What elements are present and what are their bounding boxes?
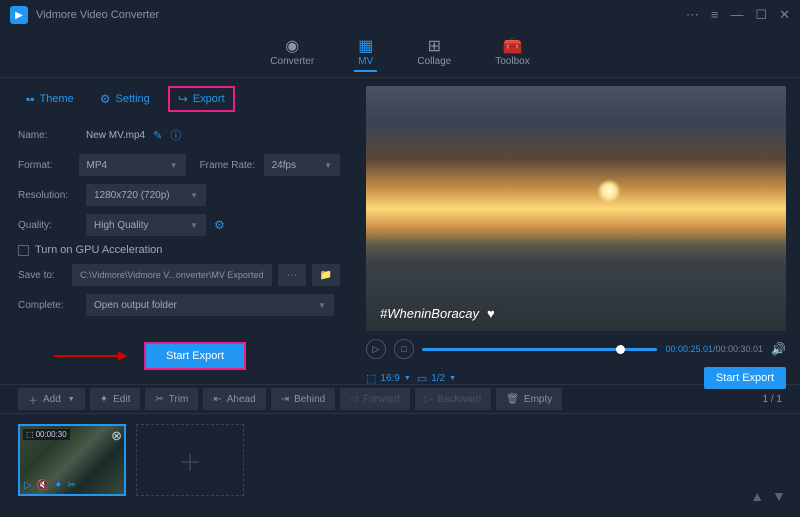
info-icon[interactable]: ⓘ: [170, 127, 181, 143]
nav-toolbox[interactable]: 🧰 Toolbox: [495, 36, 529, 71]
complete-select[interactable]: Open output folder▼: [86, 294, 334, 316]
seek-thumb[interactable]: [616, 345, 625, 354]
resolution-select[interactable]: 1280x720 (720p)▼: [86, 184, 206, 206]
saveto-path: C:\Vidmore\Vidmore V...onverter\MV Expor…: [72, 264, 272, 286]
aspect-select[interactable]: ⬚ 16:9 ▼: [366, 372, 411, 385]
clip-row: ⬚ 00:00:30 ⊗ ▷ 🔇 ✦ ✂ ＋ ▲ ▼: [0, 414, 800, 510]
backward-button[interactable]: ▷ Backward: [415, 388, 492, 410]
ahead-button[interactable]: ⇤ Ahead: [203, 388, 265, 410]
tab-theme[interactable]: ▪▪ Theme: [18, 88, 82, 110]
empty-button[interactable]: 🗑 Empty: [496, 388, 562, 410]
clip-play-icon[interactable]: ▷: [24, 480, 32, 491]
page-select[interactable]: ▭ 1/2 ▼: [417, 372, 456, 385]
nav-mv[interactable]: ▦ MV: [358, 36, 373, 71]
open-folder-button[interactable]: 📁: [312, 264, 340, 286]
collage-icon: ⊞: [428, 36, 441, 54]
add-button[interactable]: ＋ Add▼: [18, 388, 85, 410]
clip-duration: ⬚ 00:00:30: [23, 429, 70, 440]
play-button[interactable]: ▷: [366, 339, 386, 359]
behind-button[interactable]: ⇥ Behind: [271, 388, 336, 410]
menu-icon[interactable]: ≡: [711, 7, 719, 23]
clip-remove-icon[interactable]: ⊗: [111, 428, 122, 444]
saveto-label: Save to:: [18, 270, 64, 281]
toolbox-icon: 🧰: [503, 36, 523, 54]
gpu-checkbox[interactable]: Turn on GPU Acceleration: [18, 244, 340, 256]
trim-button[interactable]: ✂ Trim: [145, 388, 198, 410]
tab-export[interactable]: ↪ Export: [168, 86, 235, 112]
clip-effect-icon[interactable]: ✦: [54, 480, 62, 491]
stop-button[interactable]: □: [394, 339, 414, 359]
quality-label: Quality:: [18, 220, 78, 231]
clip-mute-icon[interactable]: 🔇: [37, 480, 49, 491]
quality-select[interactable]: High Quality▼: [86, 214, 206, 236]
forward-button[interactable]: ◁ Forward: [340, 388, 409, 410]
annotation-arrow: [54, 355, 126, 357]
clip-trim-icon[interactable]: ✂: [68, 480, 76, 491]
main-nav: ◉ Converter ▦ MV ⊞ Collage 🧰 Toolbox: [0, 30, 800, 78]
format-label: Format:: [18, 160, 71, 171]
nav-collage[interactable]: ⊞ Collage: [417, 36, 451, 71]
format-select[interactable]: MP4▼: [79, 154, 186, 176]
clip-thumbnail[interactable]: ⬚ 00:00:30 ⊗ ▷ 🔇 ✦ ✂: [18, 424, 126, 496]
titlebar: ▶ Vidmore Video Converter ⋯ ≡ — ☐ ✕: [0, 0, 800, 30]
page-indicator: 1 / 1: [763, 394, 782, 405]
tab-setting[interactable]: ⚙ Setting: [92, 88, 158, 110]
scroll-up-icon[interactable]: ▲: [750, 488, 764, 504]
browse-button[interactable]: ⋯: [278, 264, 306, 286]
close-icon[interactable]: ✕: [779, 7, 790, 23]
converter-icon: ◉: [285, 36, 299, 54]
framerate-label: Frame Rate:: [200, 160, 256, 171]
watermark-text: #WheninBoracay ♥: [380, 306, 495, 321]
name-label: Name:: [18, 130, 78, 141]
volume-icon[interactable]: 🔊: [771, 342, 786, 356]
nav-converter[interactable]: ◉ Converter: [270, 36, 314, 71]
add-clip-button[interactable]: ＋: [136, 424, 244, 496]
checkbox-icon: [18, 245, 29, 256]
heart-icon: ♥: [487, 306, 495, 321]
edit-name-icon[interactable]: ✎: [153, 129, 162, 142]
start-export-button-2[interactable]: Start Export: [704, 367, 786, 389]
setting-icon: ⚙: [100, 92, 111, 106]
seek-slider[interactable]: [422, 348, 657, 351]
time-display: 00:00:25.01/00:00:30.01: [665, 344, 763, 354]
export-panel: ▪▪ Theme ⚙ Setting ↪ Export Name: New MV…: [0, 78, 358, 384]
preview-panel: #WheninBoracay ♥ ▷ □ 00:00:25.01/00:00:3…: [358, 78, 800, 384]
app-title: Vidmore Video Converter: [36, 9, 686, 21]
maximize-icon[interactable]: ☐: [755, 7, 767, 23]
aspect-icon: ⬚: [366, 372, 376, 385]
complete-label: Complete:: [18, 300, 78, 311]
scroll-down-icon[interactable]: ▼: [772, 488, 786, 504]
edit-button[interactable]: ✦ Edit: [90, 388, 141, 410]
mv-icon: ▦: [358, 36, 373, 54]
app-logo-icon: ▶: [10, 6, 28, 24]
framerate-select[interactable]: 24fps▼: [264, 154, 340, 176]
export-icon: ↪: [178, 92, 188, 106]
theme-icon: ▪▪: [26, 92, 35, 106]
name-value: New MV.mp4: [86, 130, 145, 141]
preview-content: [597, 179, 621, 203]
start-export-button[interactable]: Start Export: [144, 342, 246, 370]
quality-settings-icon[interactable]: ⚙: [214, 218, 225, 232]
page-icon: ▭: [417, 372, 427, 385]
video-preview[interactable]: #WheninBoracay ♥: [366, 86, 786, 331]
feedback-icon[interactable]: ⋯: [686, 7, 699, 23]
resolution-label: Resolution:: [18, 190, 78, 201]
minimize-icon[interactable]: —: [730, 7, 743, 23]
